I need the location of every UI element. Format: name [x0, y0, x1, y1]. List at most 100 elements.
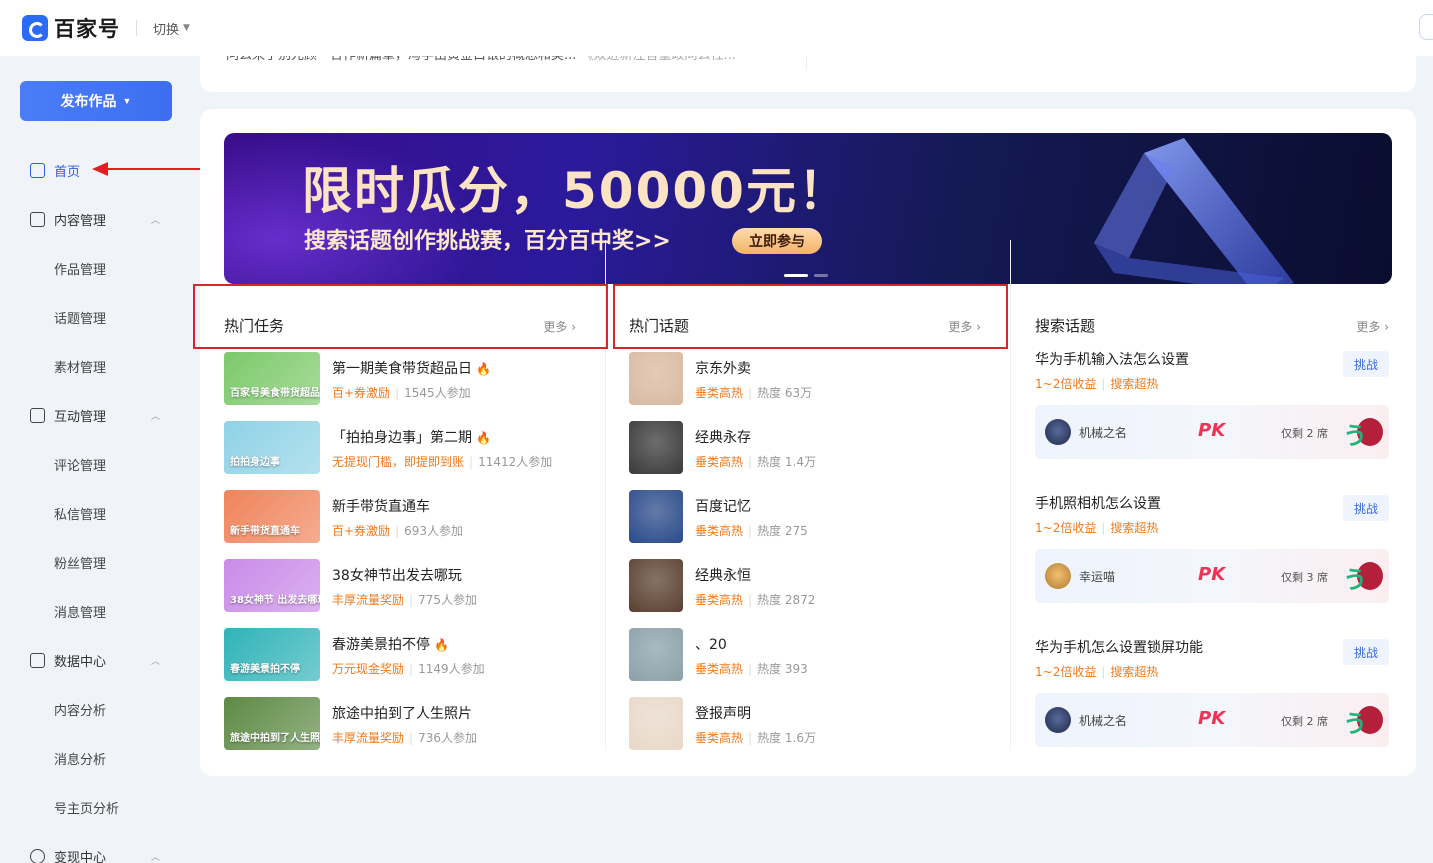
topic-row[interactable]: 百度记忆 垂类高热 | 热度 275 — [629, 490, 999, 545]
task-row[interactable]: 新手带货直通车 新手带货直通车 百+券激励 | 693人参加 — [224, 490, 604, 545]
pk-bar[interactable]: 机械之名 PK 仅剩 2 席 う — [1035, 693, 1389, 747]
pk-bar[interactable]: 机械之名 PK 仅剩 2 席 う — [1035, 405, 1389, 459]
sidebar-item-comments[interactable]: 评论管理 — [0, 440, 190, 489]
task-title[interactable]: 「拍拍身边事」第二期 🔥 — [332, 427, 491, 447]
chevron-down-icon: ▼ — [122, 96, 132, 106]
topic-thumbnail[interactable] — [629, 421, 683, 474]
task-title[interactable]: 旅途中拍到了人生照片 — [332, 703, 472, 723]
app-logo-text[interactable]: 百家号 — [54, 13, 120, 43]
search-topic-item: 华为手机怎么设置锁屏功能 1~2倍收益 | 搜索超热 挑战 机械之名 PK 仅剩 2 席 う — [1035, 637, 1389, 767]
search-topic-title[interactable]: 华为手机输入法怎么设置 — [1035, 349, 1189, 369]
switch-label: 切换 — [153, 22, 180, 38]
pk-badge: PK — [1198, 564, 1225, 585]
topic-thumbnail[interactable] — [629, 559, 683, 612]
task-row[interactable]: 拍拍身边事 「拍拍身边事」第二期 🔥 无提现门槛，即提即到账 | 11412人参加 — [224, 421, 604, 476]
topic-title[interactable]: 经典永恒 — [695, 565, 751, 585]
sidebar-item-notices[interactable]: 消息管理 — [0, 587, 190, 636]
search-topic-title[interactable]: 手机照相机怎么设置 — [1035, 493, 1161, 513]
task-row[interactable]: 旅途中拍到了人生照片 旅途中拍到了人生照片 丰厚流量奖励 | 736人参加 — [224, 697, 604, 752]
thumbnail-caption: 百家号美食带货超品日 — [230, 388, 320, 399]
task-thumbnail[interactable]: 春游美景拍不停 — [224, 628, 320, 681]
document-icon — [30, 212, 45, 227]
topic-row[interactable]: 京东外卖 垂类高热 | 热度 63万 — [629, 352, 999, 407]
home-icon — [30, 163, 45, 178]
challenge-button[interactable]: 挑战 — [1343, 495, 1389, 521]
task-thumbnail[interactable]: 拍拍身边事 — [224, 421, 320, 474]
topic-title[interactable]: 、20 — [695, 634, 727, 654]
sidebar-item-data-center[interactable]: 数据中心 ︿ — [0, 636, 190, 685]
topic-thumbnail[interactable] — [629, 490, 683, 543]
sidebar-item-message-analysis[interactable]: 消息分析 — [0, 734, 190, 783]
topic-thumbnail[interactable] — [629, 697, 683, 750]
sidebar-item-materials[interactable]: 素材管理 — [0, 342, 190, 391]
sidebar-item-interaction[interactable]: 互动管理 ︿ — [0, 391, 190, 440]
sidebar-item-label: 变现中心 — [54, 851, 107, 863]
topic-row[interactable]: 登报声明垂类高热 | 热度 1.6万 — [629, 697, 999, 752]
topic-thumbnail[interactable] — [629, 628, 683, 681]
search-topic-title[interactable]: 华为手机怎么设置锁屏功能 — [1035, 637, 1203, 657]
carousel-dot[interactable] — [814, 274, 828, 277]
task-thumbnail[interactable]: 百家号美食带货超品日 — [224, 352, 320, 405]
pk-bar[interactable]: 幸运喵 PK 仅剩 3 席 う — [1035, 549, 1389, 603]
task-row[interactable]: 百家号美食带货超品日 第一期美食带货超品日 🔥 百+券激励 | 1545人参加 — [224, 352, 604, 407]
reward-label: 百+券激励 — [332, 524, 391, 538]
chevron-up-icon: ︿ — [150, 853, 160, 863]
sidebar-item-content-management[interactable]: 内容管理 ︿ — [0, 195, 190, 244]
earnings-tag: 1~2倍收益 — [1035, 521, 1097, 535]
task-thumbnail[interactable]: 新手带货直通车 — [224, 490, 320, 543]
more-link[interactable]: 更多 › — [1356, 318, 1389, 335]
carousel-dot-active[interactable] — [784, 274, 808, 277]
topic-row[interactable]: 经典永存垂类高热 | 热度 1.4万 — [629, 421, 999, 476]
thumbnail-caption: 新手带货直通车 — [230, 526, 300, 537]
top-right-toggle[interactable] — [1419, 14, 1433, 40]
topic-row[interactable]: 、20 垂类高热 | 热度 393 — [629, 628, 999, 683]
task-title[interactable]: 新手带货直通车 — [332, 496, 430, 516]
sidebar-item-homepage-analysis[interactable]: 号主页分析 — [0, 783, 190, 832]
pk-creator-name: 机械之名 — [1079, 426, 1128, 440]
topic-title[interactable]: 百度记忆 — [695, 496, 751, 516]
topic-meta: 垂类高热 | 热度 393 — [695, 660, 808, 677]
switch-account-button[interactable]: 切换 ▼ — [153, 19, 190, 38]
task-title[interactable]: 春游美景拍不停 🔥 — [332, 634, 449, 654]
publish-button[interactable]: 发布作品 ▼ — [20, 81, 172, 121]
topic-row[interactable]: 经典永恒 垂类高热 | 热度 2872 — [629, 559, 999, 614]
sidebar-item-works[interactable]: 作品管理 — [0, 244, 190, 293]
sidebar-item-label: 数据中心 — [54, 655, 107, 670]
task-thumbnail[interactable]: 旅途中拍到了人生照片 — [224, 697, 320, 750]
topic-meta: 垂类高热 | 热度 1.4万 — [695, 453, 816, 470]
topic-meta: 垂类高热 | 热度 1.6万 — [695, 729, 816, 746]
highlight-box-hot-tasks — [193, 284, 608, 349]
challenge-button[interactable]: 挑战 — [1343, 639, 1389, 665]
sidebar-item-fans[interactable]: 粉丝管理 — [0, 538, 190, 587]
fire-icon: 🔥 — [434, 638, 449, 652]
topic-thumbnail[interactable] — [629, 352, 683, 405]
sidebar-item-messages[interactable]: 私信管理 — [0, 489, 190, 538]
topic-title[interactable]: 登报声明 — [695, 703, 751, 723]
sidebar-item-content-analysis[interactable]: 内容分析 — [0, 685, 190, 734]
opponent-logo-icon: う — [1343, 710, 1367, 738]
reward-label: 丰厚流量奖励 — [332, 731, 405, 745]
sidebar-item-monetization[interactable]: 变现中心 ︿ — [0, 832, 190, 863]
search-hot-tag: 搜索超热 — [1110, 521, 1159, 535]
participant-count: 1149人参加 — [418, 662, 485, 676]
task-title[interactable]: 38女神节出发去哪玩 — [332, 565, 462, 585]
separator: | — [409, 593, 414, 607]
join-now-button[interactable]: 立即参与 — [732, 228, 822, 254]
task-title[interactable]: 第一期美食带货超品日 🔥 — [332, 358, 491, 378]
challenge-button[interactable]: 挑战 — [1343, 351, 1389, 377]
separator: | — [409, 731, 414, 745]
task-row[interactable]: 春游美景拍不停 春游美景拍不停 🔥 万元现金奖励 | 1149人参加 — [224, 628, 604, 683]
topic-title[interactable]: 京东外卖 — [695, 358, 751, 378]
promo-banner[interactable]: 限时瓜分，50000元！ 搜索话题创作挑战赛，百分百中奖>> 立即参与 — [224, 133, 1392, 284]
chart-icon — [30, 653, 45, 668]
task-thumbnail[interactable]: 38女神节 出发去哪玩 — [224, 559, 320, 612]
task-row[interactable]: 38女神节 出发去哪玩 38女神节出发去哪玩 丰厚流量奖励 | 775人参加 — [224, 559, 604, 614]
separator: | — [748, 455, 753, 469]
participant-count: 693人参加 — [404, 524, 464, 538]
topic-title[interactable]: 经典永存 — [695, 427, 751, 447]
sidebar-item-topics[interactable]: 话题管理 — [0, 293, 190, 342]
heat-value: 热度 393 — [757, 662, 808, 676]
baijiahao-logo-icon[interactable] — [22, 15, 48, 41]
heat-value: 热度 63万 — [757, 386, 813, 400]
task-title-text: 第一期美食带货超品日 — [332, 361, 472, 377]
